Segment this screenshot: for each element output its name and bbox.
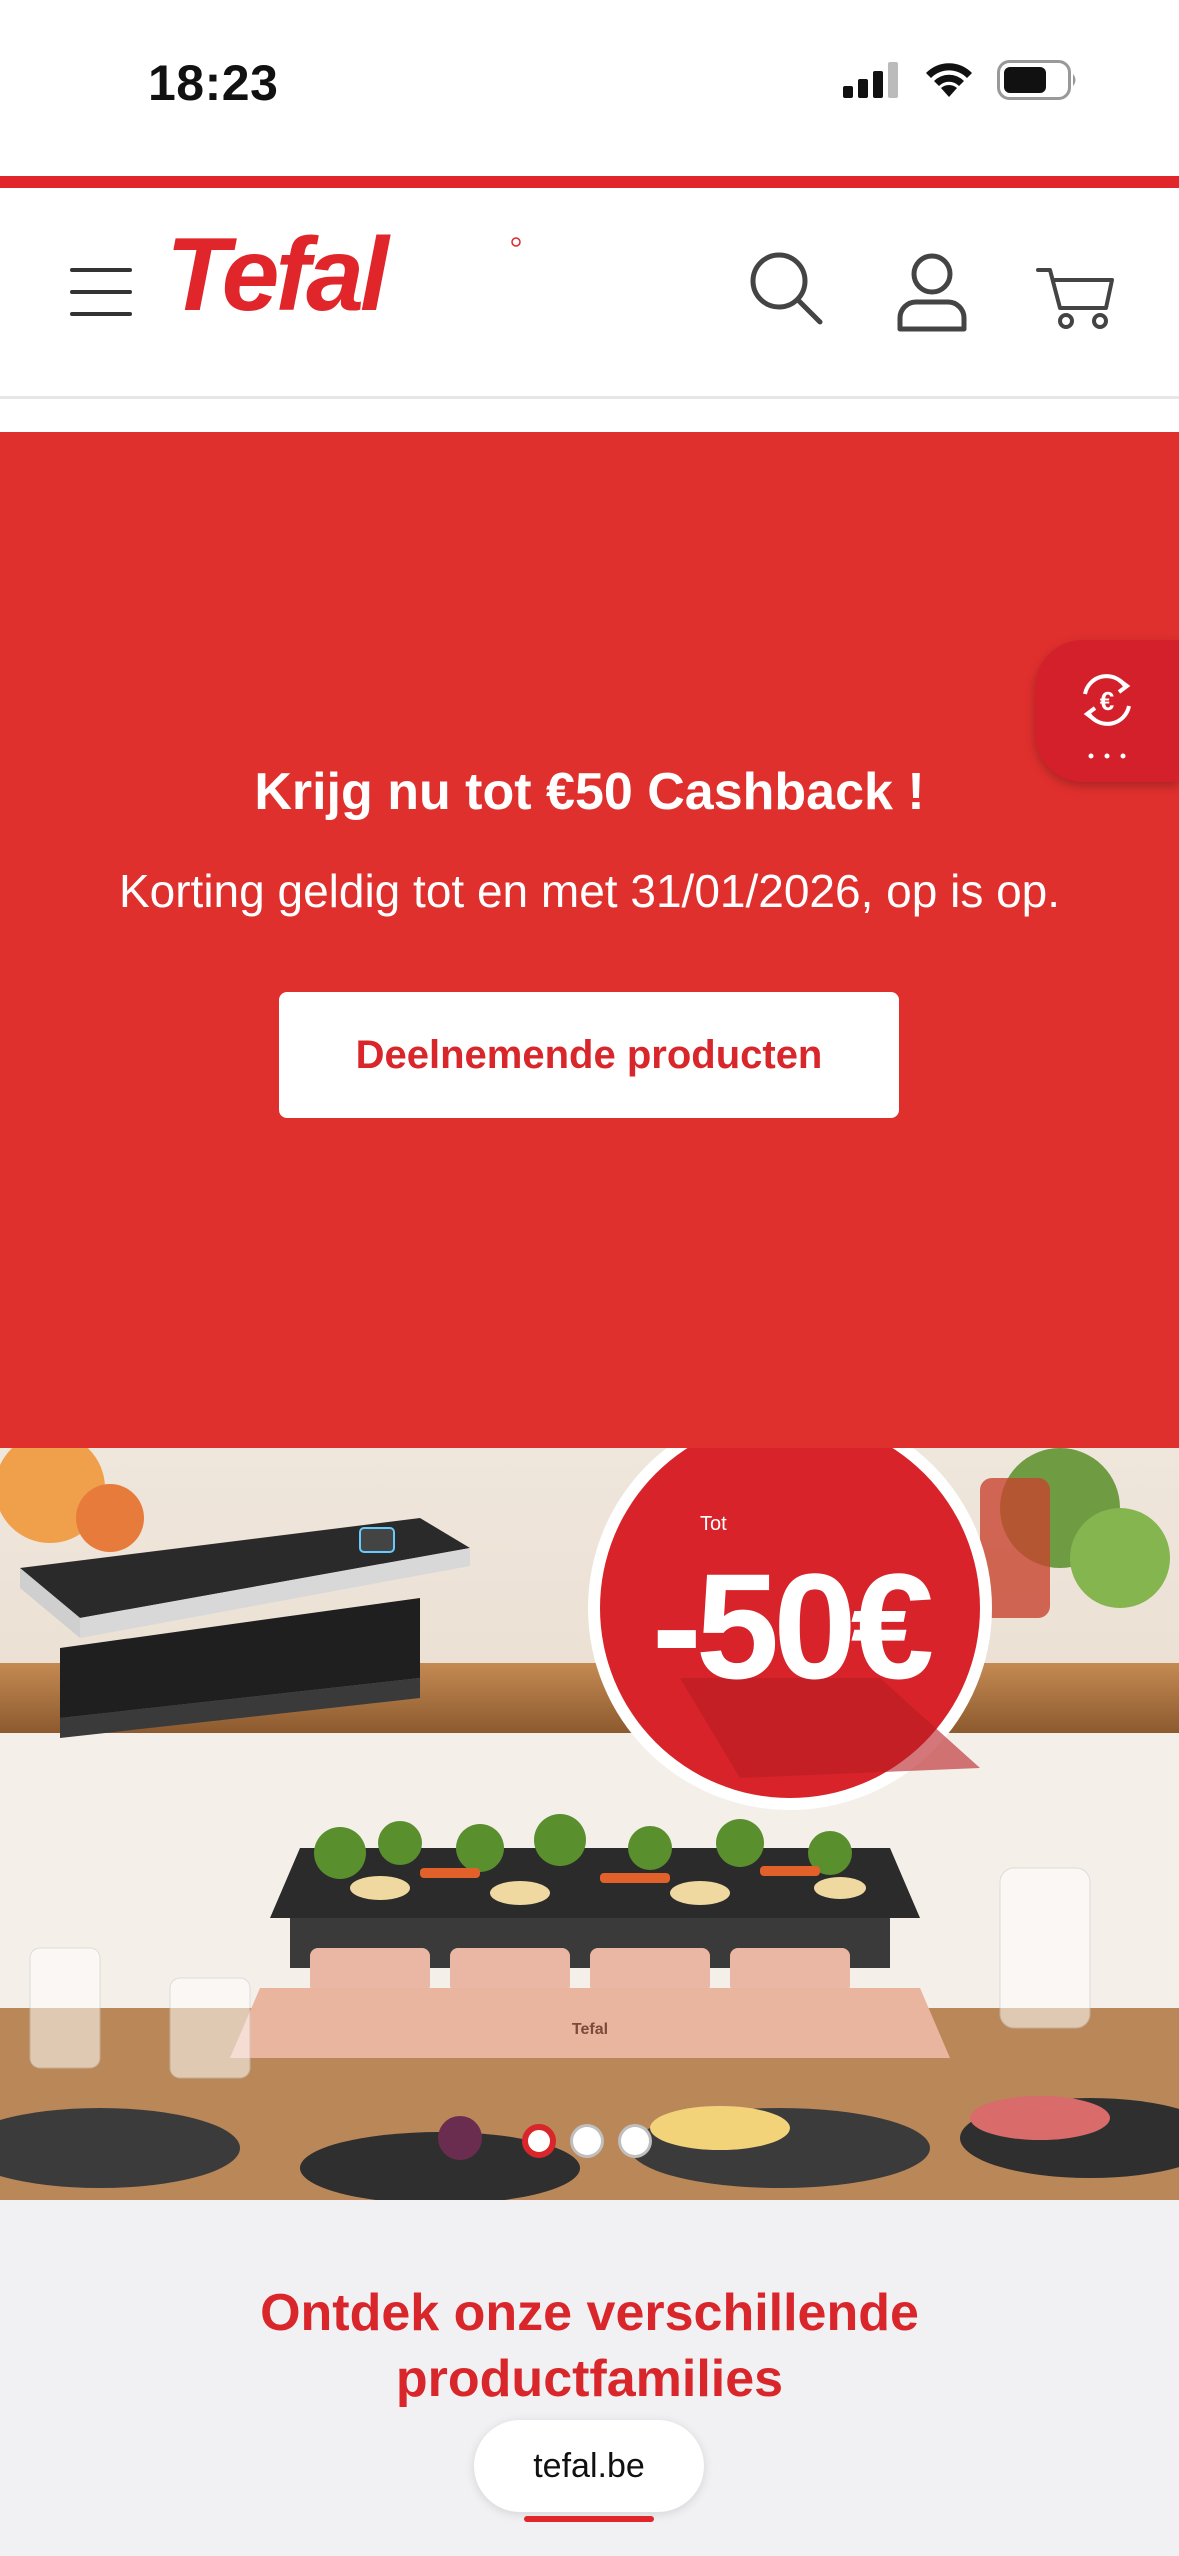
- tefal-logo[interactable]: Tefal: [166, 217, 536, 333]
- menu-icon[interactable]: [70, 268, 132, 320]
- svg-text:€: €: [1100, 686, 1114, 716]
- euro-cycle-icon: €: [1083, 674, 1131, 726]
- cashback-hero: Krijg nu tot €50 Cashback ! Korting geld…: [0, 432, 1179, 1448]
- status-time: 18:23: [148, 55, 279, 111]
- signal-icon: [843, 62, 898, 98]
- account-icon[interactable]: [896, 252, 968, 332]
- raclette-brand-text: Tefal: [572, 2021, 608, 2038]
- badge-prefix-text: Tot: [700, 1513, 727, 1535]
- tefal-logo-wordmark: Tefal: [166, 217, 521, 333]
- carousel-dot-2[interactable]: [570, 2124, 604, 2158]
- search-icon[interactable]: [748, 250, 824, 326]
- svg-text:Tefal: Tefal: [166, 228, 391, 328]
- browser-url-pill[interactable]: tefal.be: [474, 2420, 704, 2512]
- top-accent-line: [0, 176, 1179, 188]
- status-icons: [843, 60, 1079, 100]
- hero-title: Krijg nu tot €50 Cashback !: [254, 763, 925, 821]
- carousel-dot-1[interactable]: [522, 2124, 556, 2158]
- promo-carousel-slide[interactable]: Tot -50€ Tefal: [0, 1448, 1179, 2200]
- url-underline: [524, 2516, 654, 2522]
- cart-icon[interactable]: [1036, 264, 1116, 330]
- site-header: Tefal: [0, 188, 1179, 399]
- cashback-floating-tab[interactable]: €: [1035, 640, 1179, 782]
- more-dots-icon: [1088, 753, 1126, 759]
- carousel-dot-3[interactable]: [618, 2124, 652, 2158]
- badge-value-text: -50€: [652, 1542, 932, 1710]
- carousel-pagination: [522, 2124, 652, 2158]
- status-bar: 18:23: [0, 0, 1179, 170]
- product-families-title: Ontdek onze verschillende productfamilie…: [260, 2284, 919, 2408]
- battery-icon: [997, 60, 1076, 100]
- promo-banner-image: Tot -50€ Tefal: [0, 1448, 1179, 2200]
- wifi-icon: [926, 63, 972, 97]
- hero-subtitle: Korting geldig tot en met 31/01/2026, op…: [118, 865, 1061, 917]
- participating-products-button[interactable]: Deelnemende producten: [279, 992, 899, 1118]
